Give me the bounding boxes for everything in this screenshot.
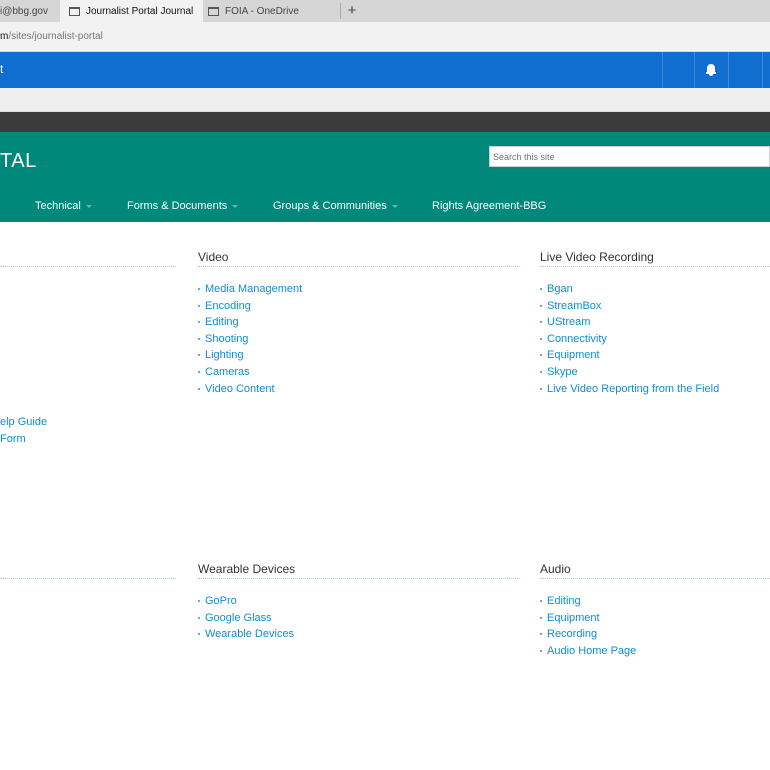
- nav-item-rights-agreement[interactable]: Rights Agreement-BBG: [432, 190, 546, 222]
- page-icon: [208, 6, 219, 16]
- tab-foia-onedrive[interactable]: FOIA - OneDrive: [203, 0, 340, 22]
- list-item[interactable]: elp Guide: [0, 414, 47, 431]
- section-title-audio[interactable]: Audio: [540, 562, 571, 576]
- list-item[interactable]: Bgan: [540, 281, 719, 298]
- tab-mail[interactable]: i@bbg.gov: [0, 0, 60, 22]
- nav-label: Groups & Communities: [273, 200, 387, 212]
- list-item[interactable]: Editing: [198, 314, 302, 331]
- search-input[interactable]: [489, 146, 770, 167]
- list-item[interactable]: GoPro: [198, 593, 294, 610]
- suite-divider: [694, 52, 695, 88]
- left-link-list: elp Guide Form: [0, 414, 47, 447]
- chevron-down-icon: [232, 204, 239, 208]
- tab-label: Journalist Portal Journal: [86, 5, 194, 17]
- chevron-down-icon: [391, 204, 398, 208]
- list-item[interactable]: Encoding: [198, 298, 302, 315]
- video-link-list: Media Management Encoding Editing Shooti…: [198, 281, 302, 397]
- bell-icon[interactable]: [706, 64, 716, 76]
- wearable-link-list: GoPro Google Glass Wearable Devices: [198, 593, 294, 643]
- list-item[interactable]: Editing: [540, 593, 636, 610]
- list-item[interactable]: Form: [0, 431, 47, 448]
- top-navigation: Technical Forms & Documents Groups & Com…: [0, 190, 770, 222]
- tab-label: i@bbg.gov: [0, 5, 48, 17]
- ribbon-band: [0, 88, 770, 112]
- chevron-down-icon: [85, 204, 92, 208]
- list-item[interactable]: Skype: [540, 364, 719, 381]
- audio-link-list: Editing Equipment Recording Audio Home P…: [540, 593, 636, 659]
- list-item[interactable]: Google Glass: [198, 610, 294, 627]
- section-divider: [198, 266, 520, 267]
- nav-item-groups-communities[interactable]: Groups & Communities: [273, 190, 398, 222]
- list-item[interactable]: UStream: [540, 314, 719, 331]
- section-divider: [198, 578, 520, 579]
- suite-bar: t: [0, 52, 770, 88]
- list-item[interactable]: Connectivity: [540, 331, 719, 348]
- list-item[interactable]: Video Content: [198, 381, 302, 398]
- nav-label: Rights Agreement-BBG: [432, 200, 547, 212]
- list-item[interactable]: Live Video Reporting from the Field: [540, 381, 719, 398]
- suite-divider: [762, 52, 763, 88]
- nav-item-forms-documents[interactable]: Forms & Documents: [127, 190, 239, 222]
- site-title[interactable]: TAL: [0, 150, 37, 173]
- section-title-live-video[interactable]: Live Video Recording: [540, 250, 654, 264]
- nav-item-technical[interactable]: Technical: [35, 190, 92, 222]
- page-icon: [69, 6, 80, 16]
- section-title-video[interactable]: Video: [198, 250, 228, 264]
- suite-bar-brand[interactable]: t: [0, 62, 3, 76]
- tab-label: FOIA - OneDrive: [225, 5, 299, 17]
- address-bar[interactable]: m/sites/journalist-portal: [0, 22, 770, 52]
- list-item[interactable]: Equipment: [540, 347, 719, 364]
- tab-divider: [340, 3, 341, 19]
- section-divider: [0, 578, 176, 579]
- section-divider: [540, 266, 770, 267]
- list-item[interactable]: Audio Home Page: [540, 643, 636, 660]
- site-header: TAL Technical Forms & Documents Groups &…: [0, 132, 770, 222]
- tab-strip: i@bbg.gov Journalist Portal Journal ✕ FO…: [0, 0, 770, 22]
- nav-label: Forms & Documents: [127, 200, 228, 212]
- list-item[interactable]: Lighting: [198, 347, 302, 364]
- list-item[interactable]: Media Management: [198, 281, 302, 298]
- dark-ribbon: [0, 112, 770, 132]
- list-item[interactable]: Wearable Devices: [198, 626, 294, 643]
- list-item[interactable]: Recording: [540, 626, 636, 643]
- list-item[interactable]: Equipment: [540, 610, 636, 627]
- section-title-wearable-devices[interactable]: Wearable Devices: [198, 562, 295, 576]
- address-path: /sites/journalist-portal: [8, 31, 103, 42]
- nav-label: Technical: [35, 200, 81, 212]
- section-divider: [0, 266, 176, 267]
- suite-divider: [662, 52, 663, 88]
- list-item[interactable]: Cameras: [198, 364, 302, 381]
- list-item[interactable]: Shooting: [198, 331, 302, 348]
- section-divider: [540, 578, 770, 579]
- list-item[interactable]: StreamBox: [540, 298, 719, 315]
- suite-divider: [728, 52, 729, 88]
- browser-window: i@bbg.gov Journalist Portal Journal ✕ FO…: [0, 0, 770, 770]
- tab-journalist-portal[interactable]: Journalist Portal Journal ✕: [60, 0, 203, 22]
- new-tab-button[interactable]: +: [344, 0, 360, 22]
- live-video-link-list: Bgan StreamBox UStream Connectivity Equi…: [540, 281, 719, 397]
